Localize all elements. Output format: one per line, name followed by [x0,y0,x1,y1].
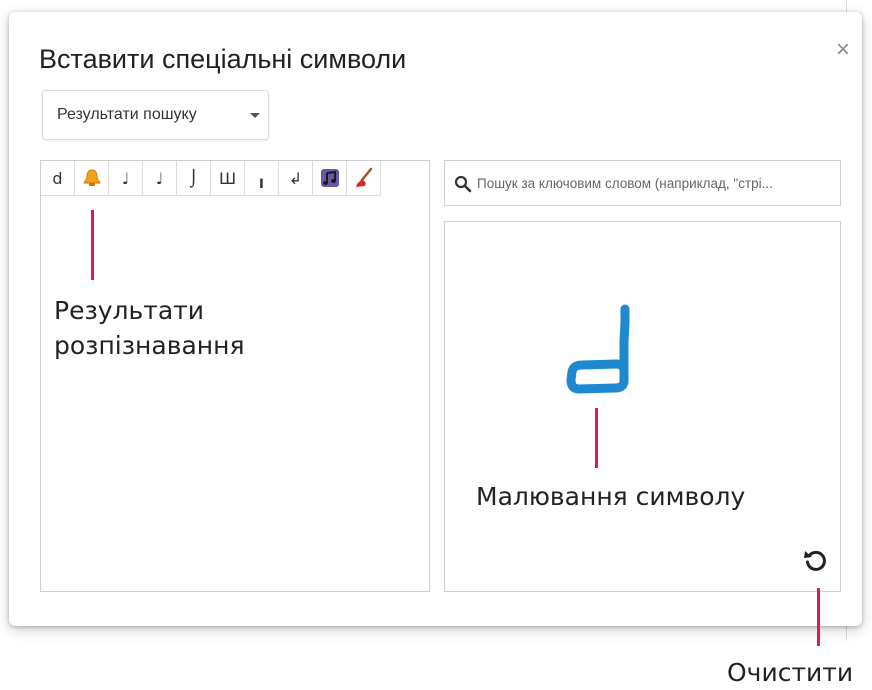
result-symbol-return-arrow[interactable]: ↲ [279,161,313,196]
drawing-callout-line [595,408,598,468]
bell-emoji-icon [82,169,101,186]
page: Вставити спеціальні символи × Результати… [0,0,872,690]
symbol-drawing-canvas[interactable] [444,221,841,592]
result-symbol-d[interactable]: d [41,161,75,196]
result-symbol-integral-bottom[interactable]: ⌡ [177,161,211,196]
results-callout-line [91,210,94,280]
hand-drawn-d-stroke [566,304,630,394]
clear-callout-label: Очистити [727,658,854,687]
result-symbol-note[interactable]: ♩ [109,161,143,196]
search-input[interactable] [477,161,837,205]
result-symbol-broom[interactable] [347,161,381,196]
musical-notes-emoji-icon [320,169,339,187]
keyword-search-box[interactable] [444,160,841,206]
close-button[interactable]: × [829,36,857,64]
result-symbol-bell[interactable] [75,161,109,196]
dialog-title: Вставити спеціальні символи [39,44,407,74]
result-symbol-musical-notes[interactable] [313,161,347,196]
broom-emoji-icon [355,167,372,187]
results-callout-line2: розпізнавання [54,331,245,360]
results-row: d ♩ ♩ ⌡ Ш ╻ ↲ [41,161,381,196]
clear-callout-line [817,588,820,646]
close-icon: × [835,36,850,63]
category-dropdown[interactable]: Результати пошуку [42,90,269,140]
clear-drawing-button[interactable] [801,545,831,575]
search-icon [454,175,472,193]
result-symbol-sha[interactable]: Ш [211,161,245,196]
recognition-results-panel: d ♩ ♩ ⌡ Ш ╻ ↲ [40,160,430,592]
results-callout-label: Результати розпізнавання [54,293,245,363]
result-symbol-quarter-note[interactable]: ♩ [143,161,177,196]
dropdown-label: Результати пошуку [57,106,197,123]
results-callout-line1: Результати [54,296,204,325]
drawing-callout-label: Малювання символу [476,482,746,511]
reset-icon [804,550,826,571]
chevron-down-icon [250,113,260,118]
result-symbol-vertical-bar[interactable]: ╻ [245,161,279,196]
